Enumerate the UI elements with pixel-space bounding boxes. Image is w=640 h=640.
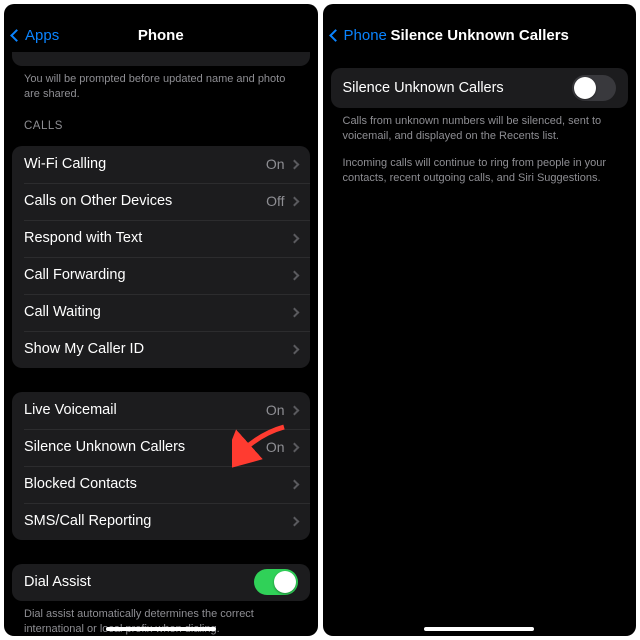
section-header-calls: CALLS: [12, 106, 310, 136]
silence-group: Silence Unknown Callers: [331, 68, 629, 108]
row-label: Calls on Other Devices: [24, 193, 172, 209]
settings-content: You will be prompted before updated name…: [4, 52, 318, 636]
back-label: Phone: [344, 27, 387, 44]
row-label: Silence Unknown Callers: [343, 80, 504, 96]
row-call-forwarding[interactable]: Call Forwarding: [12, 257, 310, 294]
silence-footer-1: Calls from unknown numbers will be silen…: [331, 108, 629, 148]
home-indicator[interactable]: [424, 627, 534, 631]
row-silence-toggle[interactable]: Silence Unknown Callers: [331, 68, 629, 108]
row-label: Dial Assist: [24, 574, 91, 590]
chevron-right-icon: [289, 479, 299, 489]
row-label: Blocked Contacts: [24, 476, 137, 492]
row-label: SMS/Call Reporting: [24, 513, 151, 529]
row-show-caller-id[interactable]: Show My Caller ID: [12, 331, 310, 368]
row-label: Wi-Fi Calling: [24, 156, 106, 172]
back-label: Apps: [25, 27, 59, 44]
page-title: Silence Unknown Callers: [391, 27, 569, 44]
row-value: On: [266, 156, 285, 172]
dial-assist-switch[interactable]: [254, 569, 298, 595]
chevron-right-icon: [289, 442, 299, 452]
back-button[interactable]: Phone: [331, 27, 387, 44]
row-respond-with-text[interactable]: Respond with Text: [12, 220, 310, 257]
chevron-right-icon: [289, 196, 299, 206]
silence-switch[interactable]: [572, 75, 616, 101]
silence-footer-2: Incoming calls will continue to ring fro…: [331, 148, 629, 190]
row-label: Show My Caller ID: [24, 341, 144, 357]
back-button[interactable]: Apps: [12, 27, 59, 44]
home-indicator[interactable]: [106, 627, 216, 631]
chevron-right-icon: [289, 159, 299, 169]
share-footer: You will be prompted before updated name…: [12, 66, 310, 106]
row-label: Call Forwarding: [24, 267, 126, 283]
row-dial-assist[interactable]: Dial Assist: [12, 564, 310, 601]
chevron-right-icon: [289, 233, 299, 243]
nav-bar: Apps Phone: [4, 18, 318, 52]
row-blocked-contacts[interactable]: Blocked Contacts: [12, 466, 310, 503]
row-label: Silence Unknown Callers: [24, 439, 185, 455]
row-label: Respond with Text: [24, 230, 142, 246]
row-value: Off: [266, 193, 284, 209]
chevron-right-icon: [289, 307, 299, 317]
chevron-left-icon: [329, 29, 342, 42]
nav-bar: Phone Silence Unknown Callers: [323, 18, 637, 52]
settings-content: Silence Unknown Callers Calls from unkno…: [323, 52, 637, 636]
voicemail-group: Live Voicemail On Silence Unknown Caller…: [12, 392, 310, 540]
truncated-group: [12, 52, 310, 66]
status-bar: [4, 4, 318, 18]
row-silence-unknown-callers[interactable]: Silence Unknown Callers On: [12, 429, 310, 466]
row-sms-call-reporting[interactable]: SMS/Call Reporting: [12, 503, 310, 540]
left-phone: Apps Phone You will be prompted before u…: [4, 4, 318, 636]
chevron-right-icon: [289, 270, 299, 280]
row-value: On: [266, 439, 285, 455]
row-call-waiting[interactable]: Call Waiting: [12, 294, 310, 331]
row-label: Call Waiting: [24, 304, 101, 320]
row-label: Live Voicemail: [24, 402, 117, 418]
dial-assist-group: Dial Assist: [12, 564, 310, 601]
row-live-voicemail[interactable]: Live Voicemail On: [12, 392, 310, 429]
status-bar: [323, 4, 637, 18]
row-wifi-calling[interactable]: Wi-Fi Calling On: [12, 146, 310, 183]
row-calls-other-devices[interactable]: Calls on Other Devices Off: [12, 183, 310, 220]
chevron-right-icon: [289, 344, 299, 354]
chevron-right-icon: [289, 516, 299, 526]
right-phone: Phone Silence Unknown Callers Silence Un…: [323, 4, 637, 636]
calls-group: Wi-Fi Calling On Calls on Other Devices …: [12, 146, 310, 368]
chevron-left-icon: [10, 29, 23, 42]
chevron-right-icon: [289, 405, 299, 415]
row-value: On: [266, 402, 285, 418]
